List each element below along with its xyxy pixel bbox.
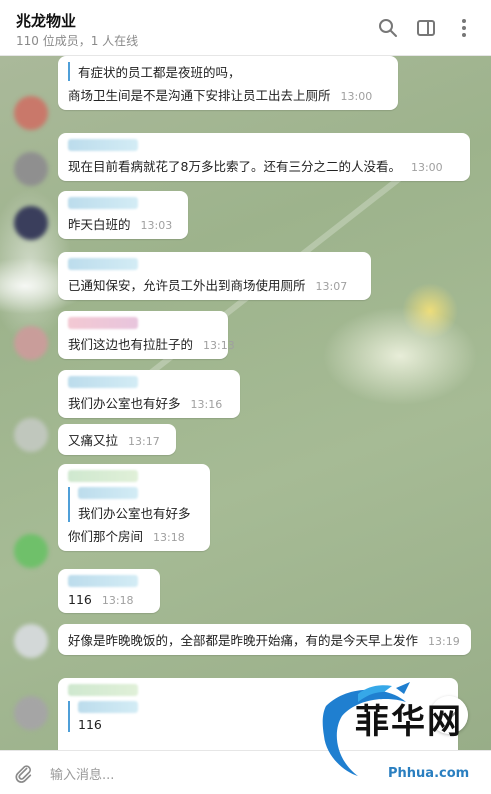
- quoted-text: 有症状的员工都是夜班的吗，: [78, 65, 241, 80]
- paperclip-icon[interactable]: [12, 762, 34, 784]
- message-bubble[interactable]: 我们办公室也有好多 13:16: [58, 370, 240, 418]
- message-bubble[interactable]: 我们办公室也有好多 你们那个房间 13:18: [58, 464, 210, 551]
- avatar[interactable]: [14, 96, 48, 130]
- sender-name[interactable]: [68, 197, 138, 209]
- message-bubble[interactable]: 昨天白班的 13:03: [58, 191, 188, 239]
- message-time: 13:00: [340, 90, 373, 103]
- message-bubble[interactable]: 又痛又拉 13:17: [58, 424, 176, 455]
- quoted-sender: [78, 487, 138, 499]
- message-time: 13:07: [315, 280, 348, 293]
- message-text: 现在目前看病就花了8万多比索了。还有三分之二的人没看。: [68, 159, 401, 174]
- message-bubble[interactable]: 我们这边也有拉肚子的 13:13: [58, 311, 235, 359]
- message-bubble[interactable]: 116 13:18: [58, 569, 160, 613]
- sender-name[interactable]: [68, 684, 138, 696]
- reply-quote[interactable]: 我们办公室也有好多: [68, 487, 200, 522]
- watermark-text: 菲华网: [355, 702, 463, 742]
- quoted-text: 我们办公室也有好多: [78, 506, 191, 521]
- message-text: 我们这边也有拉肚子的: [68, 337, 194, 352]
- sender-name[interactable]: [68, 258, 138, 270]
- message-time: 13:03: [140, 219, 173, 232]
- sender-name[interactable]: [68, 139, 138, 151]
- message-bubble[interactable]: 已通知保安，允许员工外出到商场使用厕所 13:07: [58, 252, 371, 300]
- group-title[interactable]: 兆龙物业: [16, 10, 76, 31]
- sidebar-panel-icon[interactable]: [414, 16, 438, 40]
- sender-name[interactable]: [68, 376, 138, 388]
- message-time: 13:17: [128, 435, 160, 448]
- search-icon[interactable]: [376, 16, 400, 40]
- member-status: 110 位成员，1 人在线: [16, 34, 139, 48]
- message-time: 13:16: [190, 398, 223, 411]
- avatar[interactable]: [14, 624, 48, 658]
- more-vertical-icon[interactable]: [452, 16, 476, 40]
- avatar[interactable]: [14, 696, 48, 730]
- message-time: 13:18: [153, 531, 185, 544]
- avatar[interactable]: [14, 326, 48, 360]
- message-bubble[interactable]: 有症状的员工都是夜班的吗， 商场卫生间是不是沟通下安排让员工出去上厕所 13:00: [58, 56, 398, 110]
- avatar[interactable]: [14, 534, 48, 568]
- message-text: 116: [68, 592, 92, 607]
- message-text: 商场卫生间是不是沟通下安排让员工出去上厕所: [68, 88, 331, 103]
- quoted-text: 116: [78, 717, 102, 732]
- message-bubble[interactable]: 好像是昨晚晚饭的，全部都是昨晚开始痛，有的是今天早上发作 13:19: [58, 624, 471, 655]
- message-time: 13:19: [428, 635, 460, 648]
- sender-name[interactable]: [68, 470, 138, 482]
- watermark-url: Phhua.com: [388, 766, 470, 781]
- message-time: 13:13: [203, 339, 235, 352]
- message-text: 昨天白班的: [68, 217, 131, 232]
- message-text: 又痛又拉: [68, 433, 119, 448]
- message-bubble[interactable]: 现在目前看病就花了8万多比索了。还有三分之二的人没看。 13:00: [58, 133, 470, 181]
- chat-header: 兆龙物业 110 位成员，1 人在线: [0, 0, 491, 56]
- reply-quote[interactable]: 有症状的员工都是夜班的吗，: [68, 62, 388, 81]
- message-list[interactable]: 有症状的员工都是夜班的吗， 商场卫生间是不是沟通下安排让员工出去上厕所 13:00…: [0, 56, 491, 750]
- message-text: 已通知保安，允许员工外出到商场使用厕所: [68, 278, 306, 293]
- sender-name[interactable]: [68, 575, 138, 587]
- sender-name[interactable]: [68, 317, 138, 329]
- avatar[interactable]: [14, 152, 48, 186]
- message-time: 13:18: [101, 594, 134, 607]
- message-text: 你们那个房间: [68, 529, 144, 544]
- message-text: 我们办公室也有好多: [68, 396, 181, 411]
- quoted-sender: [78, 701, 138, 713]
- message-time: 13:00: [410, 161, 443, 174]
- avatar[interactable]: [14, 418, 48, 452]
- avatar[interactable]: [14, 206, 48, 240]
- message-text: 好像是昨晚晚饭的，全部都是昨晚开始痛，有的是今天早上发作: [68, 633, 419, 648]
